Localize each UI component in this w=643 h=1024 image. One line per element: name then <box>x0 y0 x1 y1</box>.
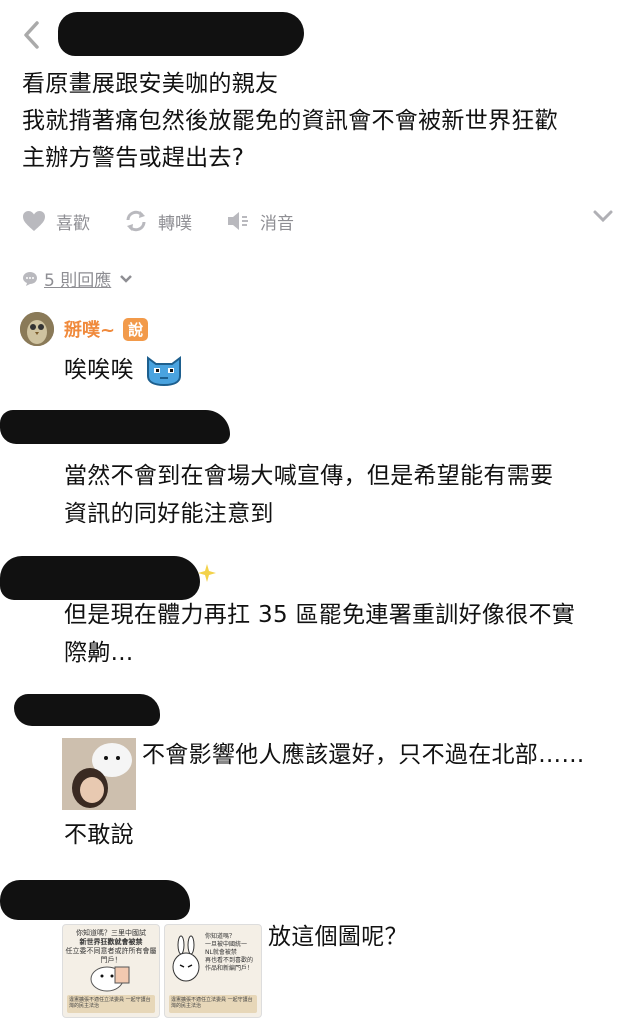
card-2-line-1: 你知道嗎？ <box>205 933 236 940</box>
comment-3-line-2: 際齁... <box>64 640 134 666</box>
replies-count-label: 5 則回應 <box>44 271 112 291</box>
cartoon-animal-illustration <box>90 966 130 992</box>
like-label: 喜歡 <box>56 213 90 234</box>
comment-2-line-2: 資訊的同好能注意到 <box>64 501 274 527</box>
like-button[interactable]: 喜歡 <box>22 209 90 234</box>
redacted-commenter-3 <box>0 556 200 600</box>
post-line-3: 主辦方警告或趕出去? <box>22 145 245 171</box>
profile-photo-image[interactable] <box>62 738 136 810</box>
comment-5-text: 放這個圖呢？ <box>268 924 408 950</box>
card-2-footer: 違憲擴張不適任立法委員 一起守護台灣的民主法治 <box>169 995 257 1013</box>
sparkle-icon <box>198 564 216 582</box>
post-line-2: 我就揹著痛包然後放罷免的資訊會不會被新世界狂歡 <box>22 108 558 134</box>
card-2-line-2: 一旦被中國統一 <box>205 941 248 948</box>
mute-label: 消音 <box>260 213 294 234</box>
comment-3-line-1: 但是現在體力再扛 35 區罷免連署重訓好像很不實 <box>64 602 576 628</box>
rabbit-character-illustration <box>172 935 200 982</box>
mute-button[interactable]: 消音 <box>226 209 294 234</box>
owl-avatar-icon[interactable] <box>20 312 54 346</box>
qualifier-badge: 說 <box>123 317 149 341</box>
card-1-line-1: 你知道嗎？三里中國試 <box>76 929 146 937</box>
speaker-mute-icon <box>228 212 248 230</box>
redacted-username <box>58 12 304 56</box>
attached-image-1[interactable]: 你知道嗎？三里中國試 新世界狂歡就會被禁 任立委不同意者或許所有會屬門戶！ 違憲… <box>62 924 160 1018</box>
heart-icon <box>23 211 45 231</box>
post-line-1: 看原畫展跟安美咖的親友 <box>22 71 279 97</box>
card-2-header: 你知道嗎？ 一旦被中國統一 NL就會被禁 再也看不到喜歡的 作品和新編門戶！ <box>205 933 253 973</box>
comment-1-author[interactable]: 掰噗~ 說 <box>64 316 149 342</box>
replurk-icon <box>126 210 146 232</box>
replurk-label: 轉噗 <box>158 213 192 234</box>
card-2-line-4: 再也看不到喜歡的 <box>205 957 254 964</box>
replurk-button[interactable]: 轉噗 <box>124 209 192 234</box>
comment-2-line-1: 當然不會到在會場大喊宣傳，但是希望能有需要 <box>64 463 554 489</box>
back-chevron-icon[interactable] <box>18 18 46 52</box>
post-content: 看原畫展跟安美咖的親友 我就揹著痛包然後放罷免的資訊會不會被新世界狂歡 主辦方警… <box>22 66 622 177</box>
attached-image-2[interactable]: 你知道嗎？ 一旦被中國統一 NL就會被禁 再也看不到喜歡的 作品和新編門戶！ 違… <box>164 924 262 1018</box>
card-2-line-5: 作品和新編門戶！ <box>205 965 254 972</box>
card-1-footer: 違憲擴張不適任立法委員 一起守護台灣的民主法治 <box>67 995 155 1013</box>
redacted-commenter-5 <box>0 880 190 920</box>
speech-bubble-icon <box>23 271 37 286</box>
more-chevron-down-icon[interactable] <box>592 208 614 224</box>
author-nickname: 掰噗~ <box>64 320 116 341</box>
card-1-line-2: 新世界狂歡就會被禁 <box>79 938 143 946</box>
blue-cat-emoji-icon <box>147 356 181 386</box>
redacted-commenter-2 <box>0 410 230 444</box>
post-action-bar: 喜歡 轉噗 消音 <box>22 204 622 238</box>
redacted-commenter-4 <box>14 694 160 726</box>
replies-toggle[interactable]: 5 則回應 <box>22 266 133 291</box>
comment-4-line-2: 不敢說 <box>64 822 134 848</box>
comment-4-line-1: 不會影響他人應該還好，只不過在北部…… <box>142 742 585 768</box>
chevron-down-icon <box>120 274 133 283</box>
comment-1-text: 唉唉唉 <box>64 357 134 383</box>
card-2-line-3: NL就會被禁 <box>205 949 237 956</box>
